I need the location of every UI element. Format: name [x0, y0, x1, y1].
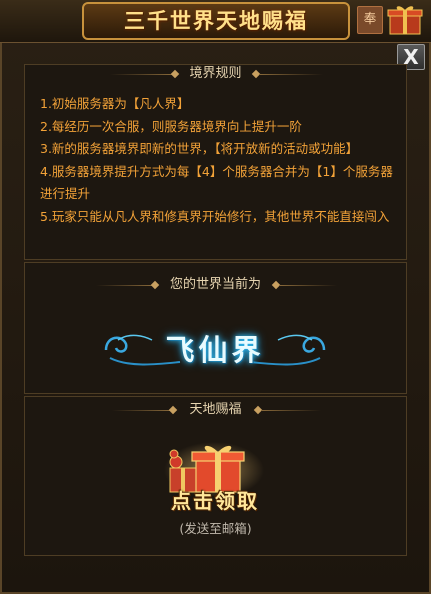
realm-name: 飞仙界 — [165, 333, 265, 367]
divider — [259, 74, 323, 75]
rules-heading: 境界规则 — [189, 66, 242, 81]
corner-gift-icon — [387, 6, 423, 35]
claim-note: (发送至邮箱) — [179, 521, 252, 536]
rule-item: 1.初始服务器为【凡人界】 — [40, 96, 190, 111]
rule-item: 3.新的服务器境界即新的世界，【将开放新的活动或功能】 — [40, 141, 359, 156]
divider — [261, 410, 321, 411]
rules-list: 1.初始服务器为【凡人界】 2.每经历一次合服，则服务器境界向上提升一阶 3.新… — [40, 93, 396, 228]
claim-button[interactable]: 点击领取 — [152, 486, 278, 516]
divider — [279, 285, 337, 286]
rule-item: 2.每经历一次合服，则服务器境界向上提升一阶 — [40, 118, 302, 134]
seal-icon: 奉 — [357, 6, 383, 34]
current-world-heading: 您的世界当前为 — [169, 277, 261, 292]
blessing-heading: 天地赐福 — [189, 402, 242, 417]
rule-item: 5.玩家只能从凡人界和修真界开始修行，其他世界不能直接闯入 — [40, 208, 390, 224]
window-title: 三千世界天地赐福 — [124, 8, 308, 33]
rule-item: 4.服务器境界提升方式为每【4】个服务器合并为【1】个服务器进行提升 — [40, 163, 393, 202]
